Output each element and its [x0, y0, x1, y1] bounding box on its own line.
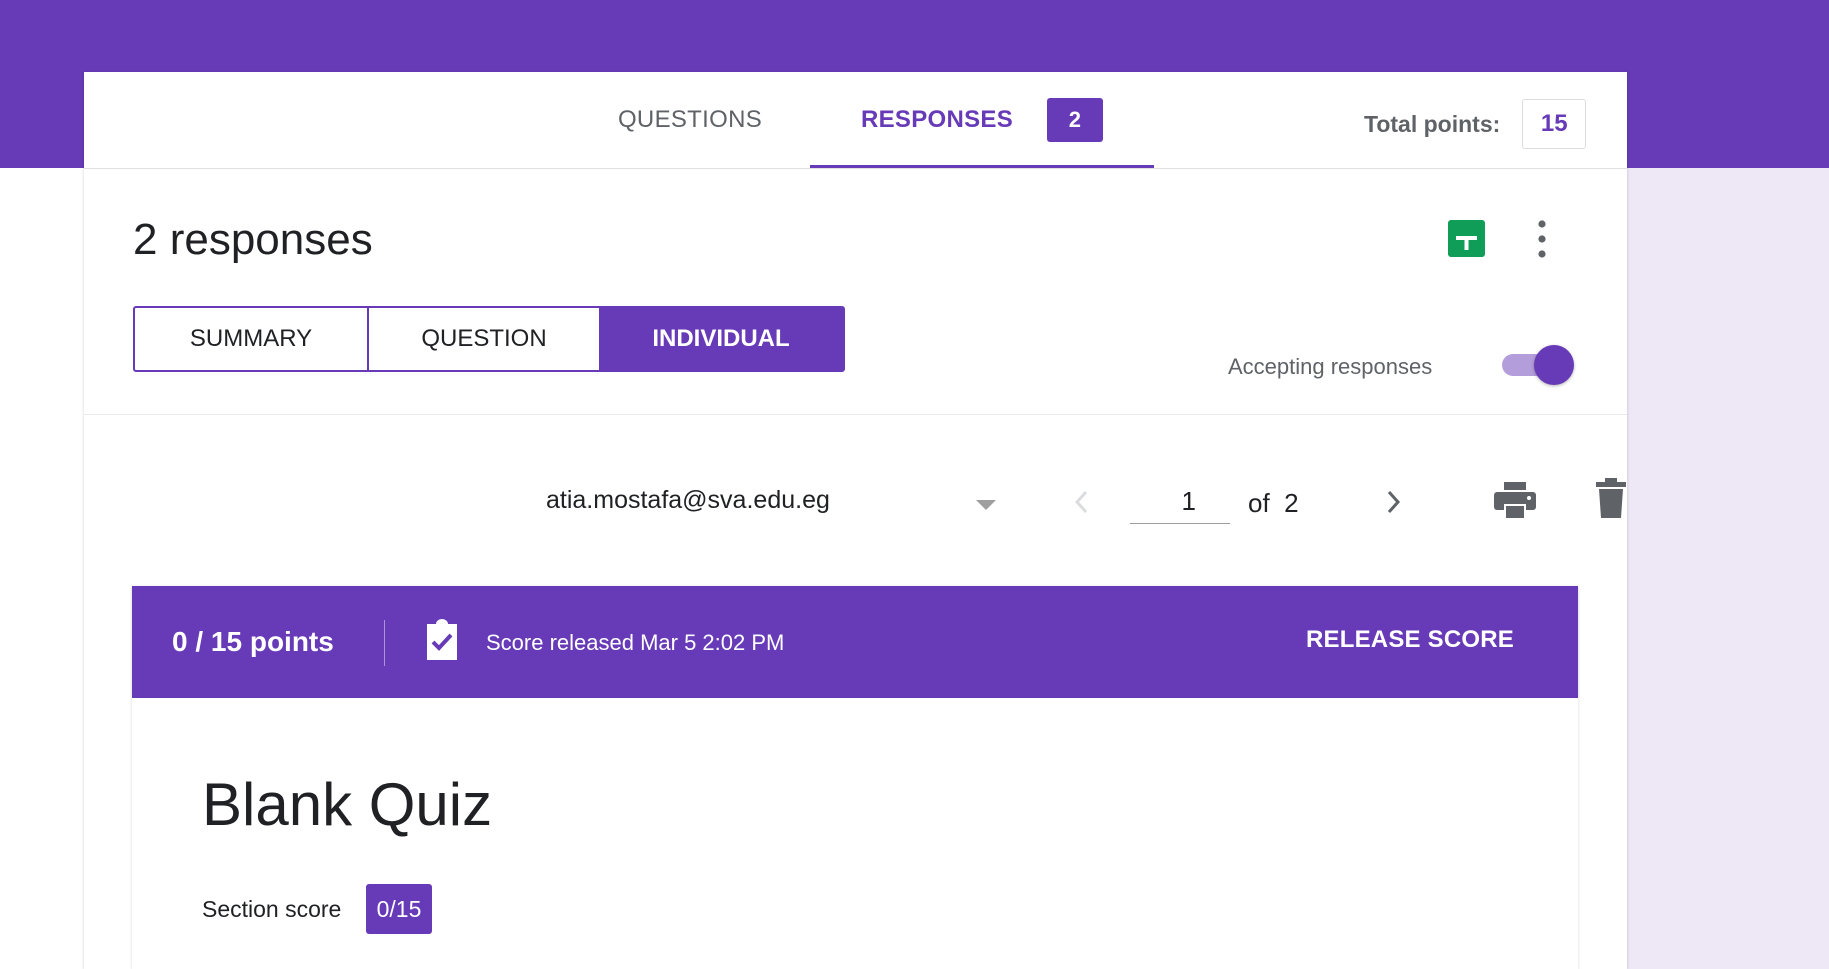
tab-questions[interactable]: QUESTIONS [554, 72, 826, 168]
quiz-form-card: Blank Quiz Section score 0/15 [132, 698, 1578, 969]
google-sheets-icon[interactable] [1448, 220, 1485, 257]
total-points-value[interactable]: 15 [1522, 99, 1587, 149]
chevron-right-icon[interactable] [1386, 488, 1402, 516]
toggle-knob [1534, 345, 1574, 385]
quiz-title: Blank Quiz [202, 771, 493, 838]
left-margin [0, 168, 84, 969]
view-question-button[interactable]: QUESTION [369, 308, 599, 370]
total-pages: 2 [1284, 488, 1299, 518]
view-summary-button[interactable]: SUMMARY [135, 308, 369, 370]
score-points: 0 / 15 points [172, 626, 334, 657]
respondent-select[interactable]: atia.mostafa@sva.edu.eg [546, 486, 830, 515]
responses-card: QUESTIONS RESPONSES 2 Total points: 15 2… [84, 72, 1627, 969]
clipboard-check-icon [427, 619, 457, 660]
responses-count-badge: 2 [1047, 98, 1104, 142]
page-number-input[interactable] [1130, 480, 1230, 524]
total-points: Total points: 15 [1364, 99, 1587, 149]
section-score-badge: 0/15 [366, 884, 432, 934]
dropdown-arrow-icon[interactable] [976, 500, 996, 512]
page-of-text: of 2 [1248, 488, 1299, 519]
score-bar-divider [384, 620, 385, 666]
score-released-text: Score released Mar 5 2:02 PM [486, 630, 785, 655]
release-score-button[interactable]: RELEASE SCORE [1306, 626, 1514, 654]
view-individual-button[interactable]: INDIVIDUAL [599, 308, 843, 370]
more-vert-icon[interactable] [1530, 217, 1554, 261]
delete-icon[interactable] [1596, 478, 1626, 518]
section-score-label: Section score [202, 896, 342, 922]
of-label: of [1248, 488, 1270, 518]
section-divider [84, 414, 1627, 415]
chevron-left-icon[interactable] [1073, 488, 1089, 516]
tab-responses-label: RESPONSES [860, 106, 1014, 133]
print-icon[interactable] [1494, 482, 1536, 518]
score-bar: 0 / 15 points Score released Mar 5 2:02 … [132, 586, 1578, 698]
accepting-responses-label: Accepting responses [1228, 354, 1433, 379]
total-points-label: Total points: [1364, 110, 1501, 137]
top-tab-bar: QUESTIONS RESPONSES 2 Total points: 15 [84, 72, 1627, 169]
accepting-responses-toggle[interactable] [1502, 344, 1574, 385]
tab-questions-label: QUESTIONS [617, 106, 763, 133]
view-toggle-group: SUMMARY QUESTION INDIVIDUAL [133, 306, 845, 372]
responses-count-title: 2 responses [133, 215, 373, 264]
active-tab-indicator [810, 165, 1154, 168]
tab-responses[interactable]: RESPONSES 2 [810, 72, 1154, 168]
